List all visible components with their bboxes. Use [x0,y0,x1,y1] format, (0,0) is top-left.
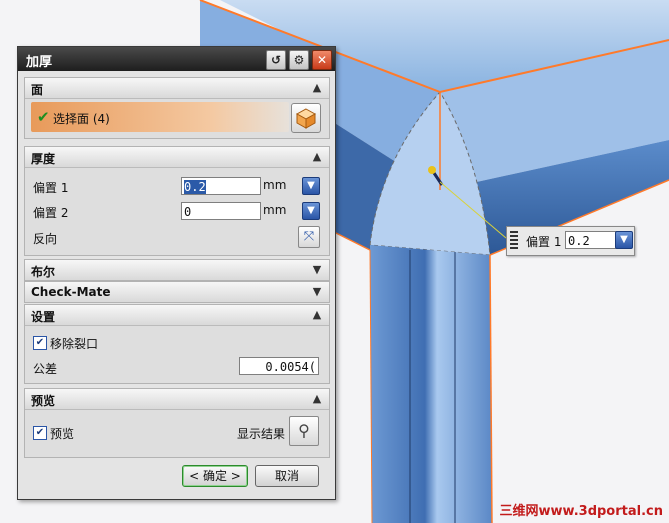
preview-label: 预览 [50,427,75,441]
face-section-title: 面 [31,83,44,97]
chevron-up-icon[interactable]: ▲ [309,149,325,165]
checkmark-icon: ✔ [37,108,50,126]
dialog-titlebar[interactable]: 加厚 ↺ ⚙ ✕ [18,47,335,71]
settings-section-header[interactable]: 设置 ▲ [25,305,329,326]
preview-checkbox[interactable]: ✔ [33,426,47,440]
floating-offset-label[interactable]: 偏置 1 0.2 ▼ [506,226,635,256]
watermark: 三维网www.3dportal.cn [499,504,663,519]
select-face-cube-button[interactable] [291,103,321,133]
gear-icon[interactable]: ⚙ [289,50,309,70]
floating-offset-label-text: 偏置 1 [526,235,562,249]
tolerance-input[interactable]: 0.0054( [239,357,319,375]
checkmate-section-title: Check-Mate [31,285,111,299]
offset1-dropdown-icon[interactable]: ▼ [302,177,320,195]
settings-section: 设置 ▲ ✔ 移除裂口 公差 0.0054( [24,304,330,384]
close-icon[interactable]: ✕ [312,50,332,70]
floating-offset-input[interactable]: 0.2 [565,231,617,249]
select-face-row[interactable]: ✔ 选择面 (4) [31,102,289,132]
offset1-input[interactable]: 0.2 [181,177,261,195]
checkmate-section-header[interactable]: Check-Mate ▼ [25,282,329,302]
thickness-section-title: 厚度 [31,152,56,166]
tolerance-label: 公差 [33,362,58,376]
cube-icon [295,108,317,129]
checkmate-section: Check-Mate ▼ [24,281,330,303]
reverse-direction-button[interactable]: ⤧ [298,226,320,248]
reverse-label: 反向 [33,232,58,246]
select-face-label: 选择面 (4) [53,112,110,126]
chevron-up-icon[interactable]: ▲ [309,307,325,323]
magnifier-icon: ⚲ [298,421,310,440]
show-result-button[interactable]: ⚲ [289,416,319,446]
preview-section-title: 预览 [31,394,56,408]
boolean-section: 布尔 ▼ [24,259,330,281]
chevron-up-icon[interactable]: ▲ [309,391,325,407]
offset2-dropdown-icon[interactable]: ▼ [302,202,320,220]
cancel-button[interactable]: 取消 [255,465,319,487]
floating-offset-dropdown-icon[interactable]: ▼ [615,231,633,249]
dialog-title: 加厚 [26,55,53,70]
offset1-unit: mm [263,178,287,192]
offset2-input[interactable]: 0 [181,202,261,220]
reverse-arrows-icon: ⤧ [303,229,315,244]
chevron-up-icon[interactable]: ▲ [309,80,325,96]
chevron-down-icon[interactable]: ▼ [309,262,325,278]
boolean-section-title: 布尔 [31,265,56,279]
face-section: 面 ▲ ✔ 选择面 (4) [24,77,330,139]
preview-section-header[interactable]: 预览 ▲ [25,389,329,410]
remove-cracks-checkbox[interactable]: ✔ [33,336,47,350]
offset1-value: 0.2 [184,180,206,194]
boolean-section-header[interactable]: 布尔 ▼ [25,260,329,280]
show-result-label: 显示结果 [237,427,286,441]
remove-cracks-label: 移除裂口 [50,337,99,351]
face-section-header[interactable]: 面 ▲ [25,78,329,99]
thicken-dialog: 加厚 ↺ ⚙ ✕ 面 ▲ ✔ 选择面 (4) 厚度 ▲ 偏置 1 0.2 mm [17,46,336,500]
preview-section: 预览 ▲ ✔ 预览 显示结果 ⚲ [24,388,330,458]
ok-button[interactable]: < 确定 > [182,465,248,487]
thickness-section: 厚度 ▲ 偏置 1 0.2 mm ▼ 偏置 2 0 mm ▼ 反向 ⤧ [24,146,330,256]
offset1-label: 偏置 1 [33,181,69,195]
drag-handle-icon[interactable] [510,231,518,251]
thickness-section-header[interactable]: 厚度 ▲ [25,147,329,168]
chevron-down-icon[interactable]: ▼ [309,284,325,300]
reset-icon[interactable]: ↺ [266,50,286,70]
offset2-label: 偏置 2 [33,206,69,220]
offset2-unit: mm [263,203,287,217]
settings-section-title: 设置 [31,310,56,324]
